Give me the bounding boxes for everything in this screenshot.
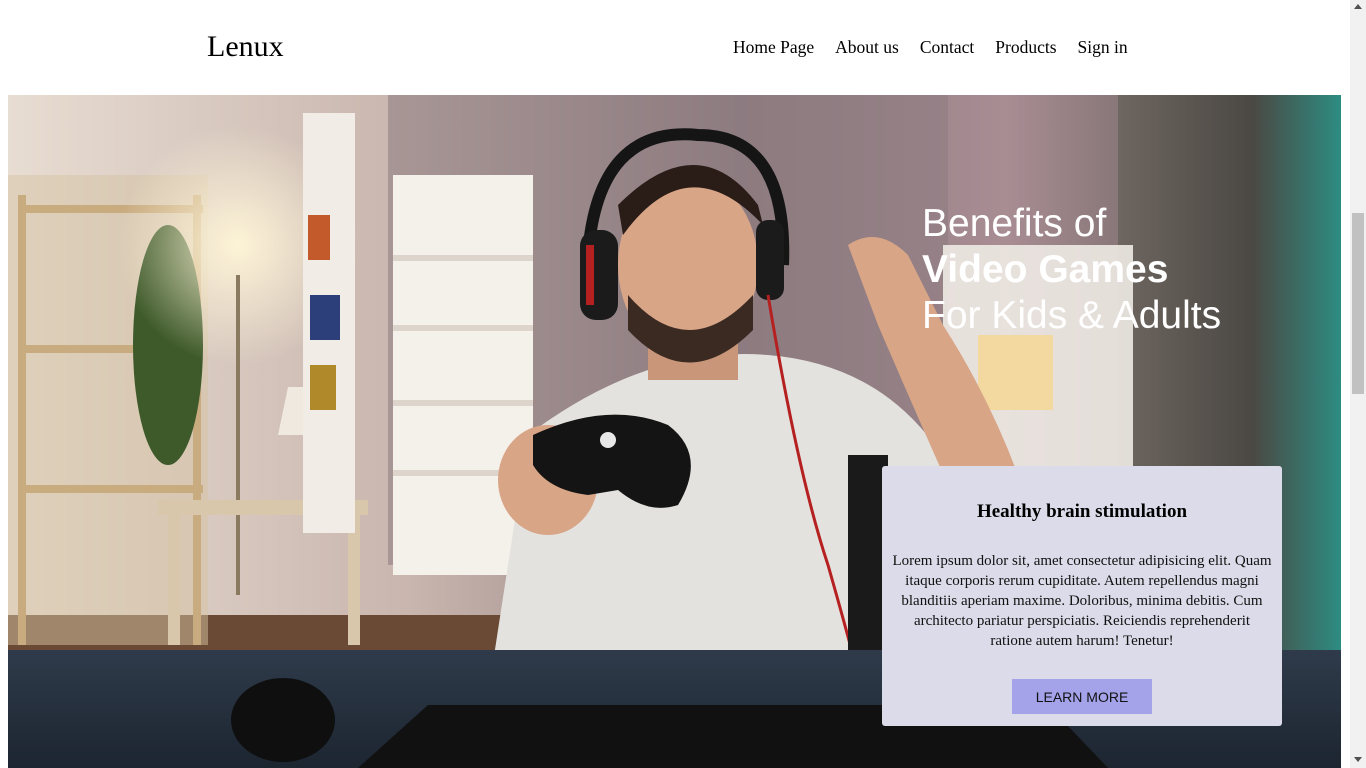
nav-item-products[interactable]: Products xyxy=(995,36,1056,58)
headline-line-2: Video Games xyxy=(922,248,1169,291)
navbar: Lenux Home Page About us Contact Product… xyxy=(0,0,1350,95)
headline-line-3: For Kids & Adults xyxy=(922,294,1222,337)
scroll-up-arrow-icon[interactable] xyxy=(1354,4,1362,9)
nav-item-home[interactable]: Home Page xyxy=(733,36,814,58)
logo[interactable]: Lenux xyxy=(207,28,284,66)
learn-more-button[interactable]: LEARN MORE xyxy=(1012,679,1152,714)
hero-headline: Benefits of Video Games For Kids & Adult… xyxy=(922,201,1221,339)
scrollbar-thumb[interactable] xyxy=(1352,213,1364,394)
scroll-down-arrow-icon[interactable] xyxy=(1354,757,1362,762)
nav-item-contact[interactable]: Contact xyxy=(920,36,974,58)
card-title: Healthy brain stimulation xyxy=(976,501,1188,522)
card-text: Lorem ipsum dolor sit, amet consectetur … xyxy=(892,553,1272,649)
nav-menu: Home Page About us Contact Products Sign… xyxy=(733,36,1128,58)
scrollbar[interactable] xyxy=(1350,0,1366,768)
headline-line-1: Benefits of xyxy=(922,202,1107,245)
nav-item-about[interactable]: About us xyxy=(835,36,899,58)
nav-item-sign-in[interactable]: Sign in xyxy=(1078,36,1128,58)
info-card: Healthy brain stimulation Lorem ipsum do… xyxy=(882,466,1282,726)
